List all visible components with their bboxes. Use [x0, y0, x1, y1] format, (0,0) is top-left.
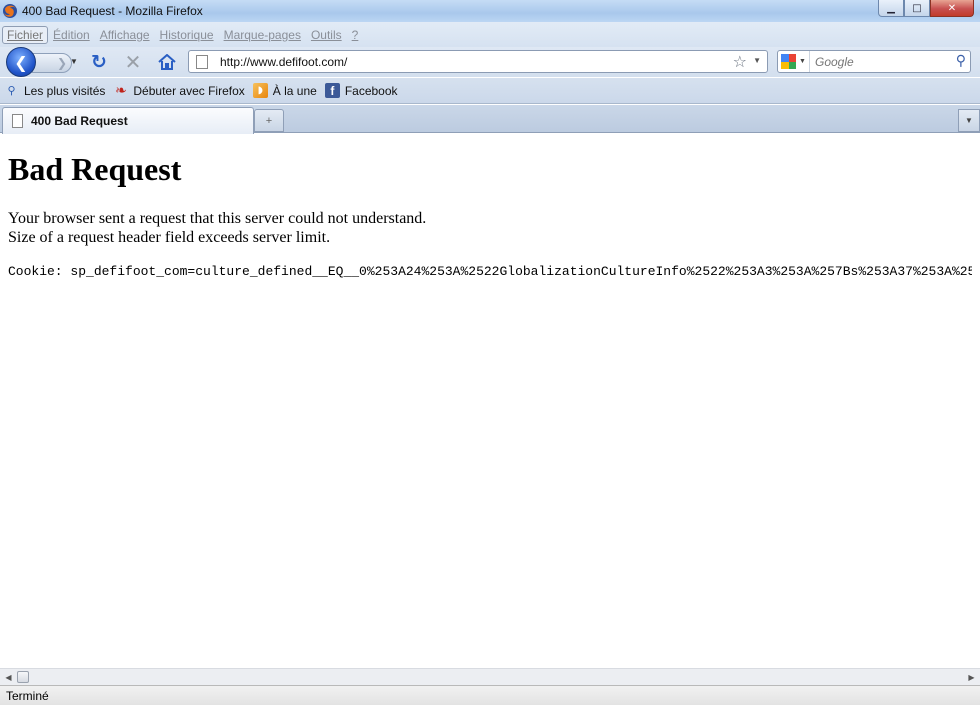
- plus-icon: +: [265, 114, 273, 127]
- bookmark-label: Les plus visités: [24, 83, 106, 98]
- close-icon: ✕: [947, 2, 957, 14]
- error-message-line2: Size of a request header field exceeds s…: [8, 229, 331, 247]
- title-bar: 400 Bad Request - Mozilla Firefox ▁ □ ✕: [0, 0, 980, 22]
- search-engine-selector[interactable]: ▼: [778, 51, 810, 72]
- history-dropdown-icon[interactable]: ▼: [70, 57, 78, 66]
- bookmark-most-visited[interactable]: ⚲ Les plus visités: [4, 83, 105, 98]
- back-forward-group: ❯ ❮ ▼: [4, 47, 80, 77]
- firefox-icon: ❧: [115, 82, 127, 99]
- page-content: Bad Request Your browser sent a request …: [0, 134, 980, 668]
- menu-affichage[interactable]: Affichage: [95, 26, 155, 44]
- tab-strip: 400 Bad Request + ▼: [0, 105, 980, 134]
- menu-marque-pages[interactable]: Marque-pages: [219, 26, 306, 44]
- chevron-down-icon: ▼: [965, 116, 973, 125]
- menu-fichier[interactable]: Fichier: [2, 25, 49, 44]
- bookmark-label: Facebook: [344, 83, 398, 98]
- bookmarks-toolbar: ⚲ Les plus visités ❧ Débuter avec Firefo…: [0, 78, 980, 104]
- scroll-left-icon[interactable]: ◀: [0, 669, 17, 685]
- status-bar: Terminé: [0, 685, 980, 705]
- scroll-thumb[interactable]: [17, 671, 29, 683]
- bookmark-facebook[interactable]: f Facebook: [324, 83, 398, 98]
- cookie-header: Cookie: sp_defifoot_com=culture_defined_…: [8, 263, 972, 279]
- stop-icon: ✕: [124, 50, 142, 74]
- maximize-icon: □: [912, 2, 922, 14]
- url-text[interactable]: http://www.defifoot.com/: [220, 55, 347, 69]
- horizontal-scrollbar[interactable]: ◀ ▶: [0, 668, 980, 685]
- minimize-button[interactable]: ▁: [878, 0, 904, 17]
- bookmark-label: Débuter avec Firefox: [133, 83, 245, 98]
- scroll-right-icon[interactable]: ▶: [963, 669, 980, 685]
- bookmark-star-icon[interactable]: ☆: [733, 52, 747, 71]
- reload-icon: ↻: [91, 51, 107, 73]
- maximize-button[interactable]: □: [904, 0, 930, 17]
- back-button[interactable]: ❮: [6, 47, 36, 77]
- forward-button[interactable]: ❯: [32, 53, 72, 73]
- most-visited-icon: ⚲: [7, 84, 16, 97]
- tab-label: 400 Bad Request: [31, 114, 128, 128]
- error-message-line1: Your browser sent a request that this se…: [8, 210, 427, 228]
- home-button[interactable]: [156, 52, 178, 72]
- status-text: Terminé: [6, 688, 49, 703]
- bookmark-news[interactable]: ◗ À la une: [252, 83, 317, 98]
- menu-outils[interactable]: Outils: [306, 26, 347, 44]
- search-magnifier-icon[interactable]: ⚲: [956, 53, 966, 69]
- menu-historique[interactable]: Historique: [155, 26, 219, 44]
- url-bar[interactable]: http://www.defifoot.com/ ☆ ▼: [188, 50, 768, 73]
- tab-active[interactable]: 400 Bad Request: [2, 107, 254, 134]
- page-heading: Bad Request: [8, 151, 182, 187]
- back-icon: ❮: [14, 52, 28, 72]
- url-dropdown-icon[interactable]: ▼: [753, 56, 761, 65]
- google-icon: [781, 54, 796, 69]
- page-icon: [196, 54, 208, 69]
- facebook-icon: f: [324, 83, 340, 98]
- tab-list-button[interactable]: ▼: [958, 109, 980, 132]
- window-title: 400 Bad Request - Mozilla Firefox: [22, 4, 203, 18]
- menu-edition[interactable]: Édition: [48, 26, 95, 44]
- bookmark-getting-started[interactable]: ❧ Débuter avec Firefox: [113, 82, 245, 99]
- stop-button[interactable]: ✕: [122, 50, 144, 74]
- rss-icon: ◗: [252, 83, 268, 98]
- search-input[interactable]: Google: [815, 55, 854, 69]
- reload-button[interactable]: ↻: [88, 51, 110, 73]
- menu-help[interactable]: ?: [347, 26, 364, 44]
- firefox-logo-icon: [3, 4, 17, 18]
- bookmark-label: À la une: [272, 83, 317, 98]
- forward-icon: ❯: [56, 56, 67, 70]
- page-icon: [12, 114, 23, 128]
- close-button[interactable]: ✕: [930, 0, 974, 17]
- menu-bar: Fichier Édition Affichage Historique Mar…: [0, 22, 980, 47]
- engine-dropdown-icon: ▼: [799, 58, 806, 65]
- search-bar[interactable]: ▼ Google ⚲: [777, 50, 971, 73]
- home-icon: [158, 54, 176, 70]
- new-tab-button[interactable]: +: [254, 109, 284, 132]
- minimize-icon: ▁: [887, 2, 895, 14]
- window-controls: ▁ □ ✕: [878, 0, 974, 17]
